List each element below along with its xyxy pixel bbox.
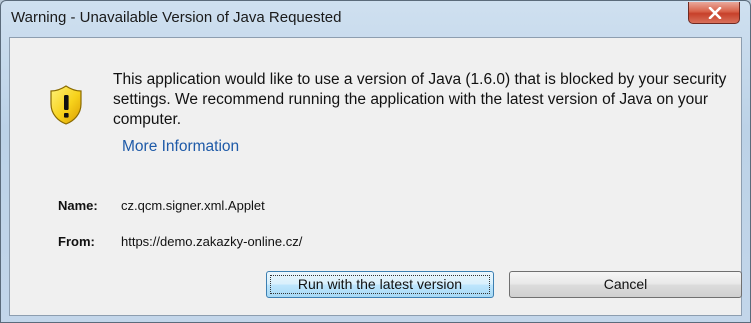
more-information-link[interactable]: More Information: [122, 138, 239, 156]
title-bar[interactable]: Warning - Unavailable Version of Java Re…: [1, 1, 750, 37]
name-label: Name:: [58, 198, 98, 213]
cancel-label: Cancel: [603, 276, 648, 292]
name-value: cz.qcm.signer.xml.Applet: [121, 198, 265, 213]
warning-shield-icon: [50, 85, 82, 125]
dialog-window: Warning - Unavailable Version of Java Re…: [0, 0, 751, 323]
warning-message: This application would like to use a ver…: [113, 71, 727, 128]
close-icon: [708, 7, 722, 19]
window-title: Warning - Unavailable Version of Java Re…: [11, 9, 342, 26]
close-button[interactable]: [688, 2, 740, 24]
run-latest-version-label: Run with the latest version: [297, 276, 463, 292]
run-latest-version-button[interactable]: Run with the latest version: [266, 271, 494, 298]
cancel-button[interactable]: Cancel: [509, 271, 742, 298]
from-value: https://demo.zakazky-online.cz/: [121, 234, 303, 249]
dialog-content: This application would like to use a ver…: [9, 37, 742, 316]
from-label: From:: [58, 234, 95, 249]
